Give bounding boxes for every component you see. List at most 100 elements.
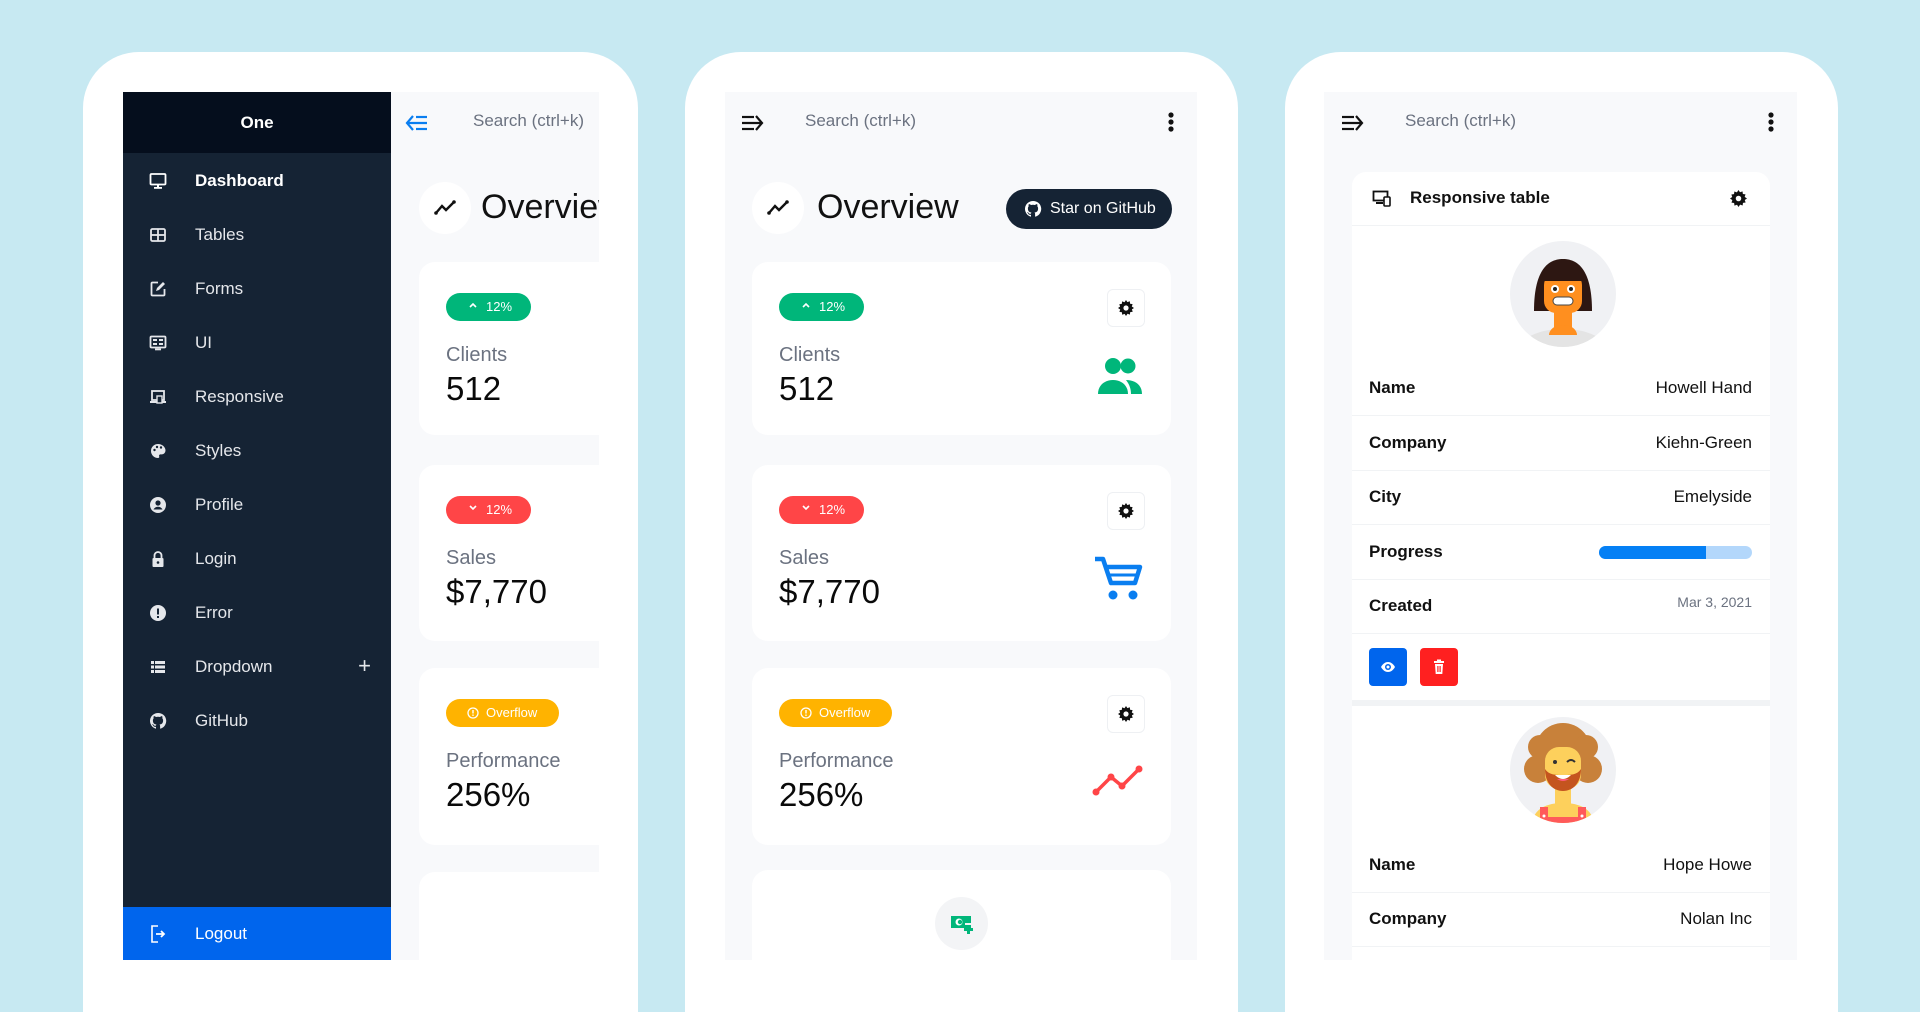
sidebar-item-label: Dropdown bbox=[195, 657, 273, 676]
chart-trend-icon bbox=[434, 200, 456, 215]
created-value: Mar 3, 2021 bbox=[1677, 594, 1752, 610]
page-title: Overview bbox=[481, 188, 599, 226]
cash-plus-icon bbox=[951, 916, 973, 934]
screen-responsive-table: Search (ctrl+k) Responsive table Name Ho… bbox=[1324, 92, 1797, 960]
stat-card-performance: Overflow Performance 256% bbox=[419, 668, 599, 845]
add-transaction-card bbox=[752, 870, 1171, 960]
logout-icon bbox=[151, 925, 166, 943]
sidebar-item-profile[interactable]: Profile bbox=[123, 478, 391, 532]
more-vertical-icon[interactable] bbox=[1767, 111, 1775, 133]
sidebar-item-label: Responsive bbox=[195, 387, 284, 406]
ui-card-icon bbox=[149, 335, 167, 351]
sidebar-item-styles[interactable]: Styles bbox=[123, 424, 391, 478]
stat-card-more bbox=[419, 872, 599, 960]
sidebar-item-forms[interactable]: Forms bbox=[123, 262, 391, 316]
sidebar-item-dashboard[interactable]: Dashboard bbox=[123, 154, 391, 208]
chevron-down-icon bbox=[469, 505, 477, 511]
account-circle-icon bbox=[150, 497, 166, 513]
progress-bar bbox=[1599, 546, 1752, 559]
avatar bbox=[1510, 241, 1616, 347]
stat-value: 256% bbox=[446, 776, 531, 813]
edit-square-icon bbox=[150, 281, 166, 297]
card-title: Responsive table bbox=[1410, 188, 1550, 207]
company-value: Kiehn-Green bbox=[1655, 433, 1752, 452]
overview-icon-circle bbox=[419, 182, 471, 234]
table-row: Progress bbox=[1352, 525, 1770, 580]
stat-card-clients: 12% Clients 512 bbox=[752, 262, 1171, 435]
eye-icon bbox=[1381, 662, 1395, 672]
search-input[interactable]: Search (ctrl+k) bbox=[473, 111, 584, 131]
gear-icon bbox=[1118, 706, 1134, 722]
sidebar-item-label: Profile bbox=[195, 495, 244, 514]
gear-icon bbox=[1118, 503, 1134, 519]
alert-circle-outline-icon bbox=[467, 707, 479, 719]
more-vertical-icon[interactable] bbox=[1167, 111, 1175, 133]
stat-label: Performance bbox=[446, 750, 561, 772]
chevron-up-icon bbox=[469, 302, 477, 308]
sidebar-item-ui[interactable]: UI bbox=[123, 316, 391, 370]
status-badge: Overflow bbox=[446, 699, 559, 727]
avatar bbox=[1510, 717, 1616, 823]
stat-card-performance: Overflow Performance 256% bbox=[752, 668, 1171, 845]
card-settings-button[interactable] bbox=[1107, 289, 1145, 327]
lock-icon bbox=[152, 551, 164, 567]
trend-badge: 12% bbox=[446, 293, 531, 321]
trend-badge: 12% bbox=[779, 293, 864, 321]
city-value: Emelyside bbox=[1673, 487, 1752, 506]
star-on-github-button[interactable]: Star on GitHub bbox=[1006, 189, 1172, 229]
brand-title: One bbox=[123, 92, 391, 153]
record-separator bbox=[1352, 700, 1770, 706]
menu-expand-icon[interactable] bbox=[741, 113, 765, 133]
responsive-icon bbox=[150, 390, 166, 404]
chevron-down-icon bbox=[802, 505, 810, 511]
cart-icon bbox=[1095, 556, 1143, 600]
screen-dashboard: Search (ctrl+k) Overview Star on GitHub … bbox=[725, 92, 1197, 960]
sidebar-item-error[interactable]: Error bbox=[123, 586, 391, 640]
sidebar-item-tables[interactable]: Tables bbox=[123, 208, 391, 262]
expand-plus-icon[interactable]: + bbox=[358, 653, 371, 679]
stat-label: Clients bbox=[779, 344, 841, 366]
sidebar-item-login[interactable]: Login bbox=[123, 532, 391, 586]
sidebar-item-label: Forms bbox=[195, 279, 244, 298]
menu-collapse-icon[interactable] bbox=[405, 113, 429, 133]
stat-label: Sales bbox=[446, 547, 497, 569]
trash-icon bbox=[1434, 659, 1444, 674]
search-input[interactable]: Search (ctrl+k) bbox=[1405, 111, 1516, 131]
stat-label: Clients bbox=[446, 344, 508, 366]
sidebar-item-github[interactable]: GitHub bbox=[123, 694, 391, 748]
view-button[interactable] bbox=[1369, 648, 1407, 686]
table-row: Name Howell Hand bbox=[1352, 361, 1770, 416]
stat-label: Sales bbox=[779, 547, 830, 569]
sidebar-item-dropdown[interactable]: Dropdown + bbox=[123, 640, 391, 694]
menu-expand-icon[interactable] bbox=[1341, 113, 1365, 133]
chart-trend-icon bbox=[767, 200, 789, 215]
responsive-icon bbox=[1372, 190, 1391, 207]
sidebar-item-responsive[interactable]: Responsive bbox=[123, 370, 391, 424]
sidebar-item-label: Styles bbox=[195, 441, 242, 460]
github-icon bbox=[149, 712, 167, 729]
alert-circle-outline-icon bbox=[800, 707, 812, 719]
gear-icon[interactable] bbox=[1730, 190, 1747, 207]
sidebar-item-label: GitHub bbox=[195, 711, 248, 730]
sidebar-item-label: UI bbox=[195, 333, 212, 352]
logout-label: Logout bbox=[195, 924, 247, 943]
card-settings-button[interactable] bbox=[1107, 695, 1145, 733]
stat-card-clients: 12% Clients 512 bbox=[419, 262, 599, 435]
logout-button[interactable]: Logout bbox=[123, 907, 391, 960]
table-row: Created Mar 3, 2021 bbox=[1352, 579, 1770, 634]
name-value: Howell Hand bbox=[1655, 378, 1752, 397]
avatar-man-image bbox=[1524, 723, 1602, 823]
delete-button[interactable] bbox=[1420, 648, 1458, 686]
table-row: Company Kiehn-Green bbox=[1352, 416, 1770, 471]
stat-value: $7,770 bbox=[779, 573, 880, 610]
name-value: Hope Howe bbox=[1663, 855, 1752, 874]
sidebar-item-label: Login bbox=[195, 549, 237, 568]
responsive-table-card: Responsive table Name Howell Hand Compan… bbox=[1352, 172, 1770, 960]
search-input[interactable]: Search (ctrl+k) bbox=[805, 111, 916, 131]
monitor-icon bbox=[149, 173, 167, 189]
stat-value: $7,770 bbox=[446, 573, 547, 610]
stat-value: 512 bbox=[779, 370, 835, 407]
card-header: Responsive table bbox=[1352, 172, 1770, 226]
sidebar: One Dashboard Tables Forms UI Responsive… bbox=[123, 92, 391, 960]
card-settings-button[interactable] bbox=[1107, 492, 1145, 530]
